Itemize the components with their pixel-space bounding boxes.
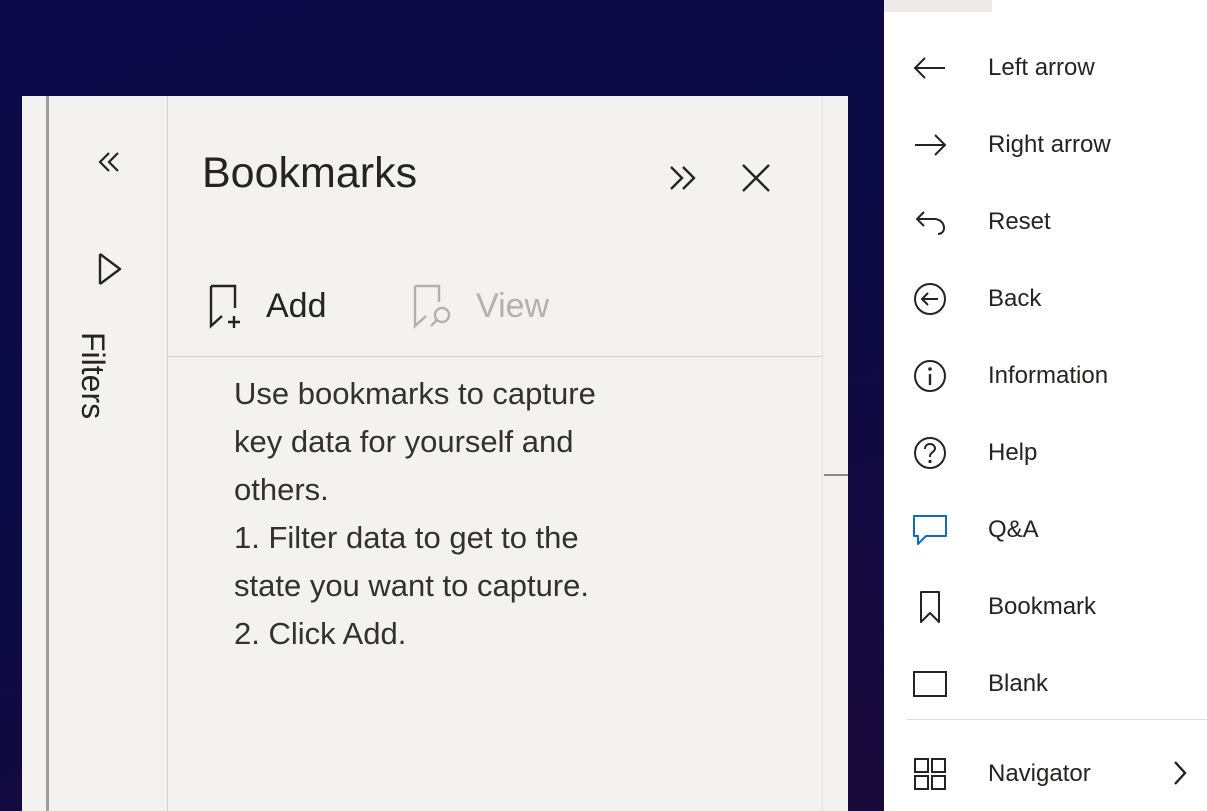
pane-resize-handle[interactable]: [824, 474, 848, 476]
filters-pane-collapsed[interactable]: Filters: [49, 96, 168, 811]
help-line: key data for yourself and: [234, 424, 574, 459]
menu-item-label: Q&A: [988, 516, 1039, 543]
bookmark-icon: [912, 589, 948, 625]
side-panes: Filters Bookmarks Add View Use bookmarks…: [22, 96, 848, 811]
reset-icon: [912, 204, 948, 240]
right-arrow-icon: [912, 127, 948, 163]
collapse-bookmarks-button[interactable]: [662, 156, 706, 200]
menu-item-bookmark[interactable]: Bookmark: [884, 571, 1207, 641]
menu-item-label: Bookmark: [988, 593, 1097, 620]
menu-divider: [906, 719, 1207, 720]
view-bookmark-icon: [413, 284, 451, 329]
double-chevron-left-icon: [98, 152, 119, 172]
menu-item-label: Reset: [988, 208, 1051, 235]
add-bookmark-label: Add: [266, 287, 327, 325]
back-circle-icon: [912, 281, 948, 317]
bookmarks-pane: Bookmarks Add View Use bookmarks to capt…: [168, 96, 822, 811]
double-chevron-right-icon: [670, 166, 696, 190]
filters-label: Filters: [75, 332, 111, 420]
add-bookmark-button[interactable]: Add: [208, 276, 327, 336]
menu-item-label: Information: [988, 362, 1109, 389]
menu-item-label: Navigator: [988, 760, 1091, 787]
menu-item-blank[interactable]: Blank: [884, 648, 1207, 718]
menu-item-label: Help: [988, 439, 1038, 466]
expand-filters-button[interactable]: [89, 142, 129, 182]
filter-icon: [98, 253, 122, 285]
information-icon: [912, 358, 948, 394]
help-line: state you want to capture.: [234, 568, 589, 603]
help-line: 1. Filter data to get to the: [234, 520, 579, 555]
view-bookmark-button[interactable]: View: [412, 276, 549, 336]
menu-item-help[interactable]: Help: [884, 417, 1207, 487]
menu-item-navigator[interactable]: Navigator: [884, 738, 1207, 808]
menu-item-label: Blank: [988, 670, 1049, 697]
menu-item-back[interactable]: Back: [884, 263, 1207, 333]
menu-item-right-arrow[interactable]: Right arrow: [884, 109, 1207, 179]
qa-icon: [912, 512, 948, 548]
close-icon: [742, 164, 770, 192]
help-line: 2. Click Add.: [234, 616, 407, 651]
menu-item-label: Right arrow: [988, 131, 1111, 158]
navigator-icon: [912, 756, 948, 792]
left-arrow-icon: [912, 50, 948, 86]
bookmarks-help-text: Use bookmarks to capture key data for yo…: [234, 370, 794, 658]
menu-item-label: Left arrow: [988, 54, 1095, 81]
menu-item-information[interactable]: Information: [884, 340, 1207, 410]
menu-item-qa[interactable]: Q&A: [884, 494, 1207, 564]
blank-icon: [912, 666, 948, 702]
add-bookmark-icon: [209, 284, 240, 329]
menu-item-reset[interactable]: Reset: [884, 186, 1207, 256]
view-bookmark-label: View: [476, 287, 550, 325]
buttons-dropdown-menu: Left arrow Right arrow Reset Back Inform…: [884, 0, 1207, 811]
help-line: others.: [234, 472, 329, 507]
close-bookmarks-button[interactable]: [734, 156, 778, 200]
chevron-right-icon: [1174, 761, 1187, 785]
menu-top-edge: [884, 0, 992, 12]
pane-right-border: [822, 96, 823, 811]
bookmarks-title: Bookmarks: [202, 149, 418, 197]
help-icon: [912, 435, 948, 471]
bookmarks-divider: [168, 356, 822, 357]
help-line: Use bookmarks to capture: [234, 376, 596, 411]
menu-item-label: Back: [988, 285, 1042, 312]
menu-item-left-arrow[interactable]: Left arrow: [884, 32, 1207, 102]
